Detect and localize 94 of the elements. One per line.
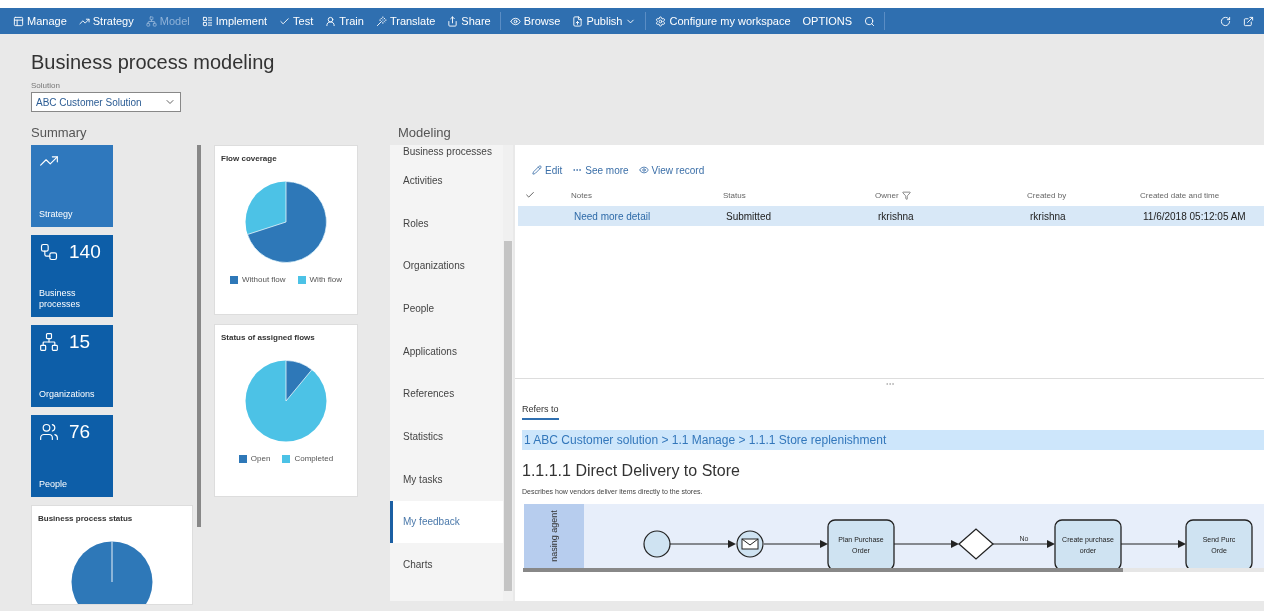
search-icon xyxy=(864,15,876,27)
eye-icon xyxy=(638,165,649,175)
toolbar-button[interactable]: Test xyxy=(273,12,320,30)
nav-item[interactable]: Organizations xyxy=(390,244,503,288)
card-title: Flow coverage xyxy=(221,154,277,163)
column-header[interactable]: Created date and time xyxy=(1140,190,1264,200)
tile-label: Strategy xyxy=(39,209,73,221)
person-icon xyxy=(325,15,337,27)
hierarchy-icon xyxy=(39,332,59,352)
column-header[interactable]: Status xyxy=(723,190,875,200)
check-icon[interactable] xyxy=(525,190,535,200)
tile-count: 76 xyxy=(69,421,91,443)
action-button[interactable]: See more xyxy=(572,164,629,176)
scrollbar[interactable] xyxy=(197,145,201,527)
settings-icon xyxy=(655,15,667,27)
toolbar-button[interactable]: Configure my workspace xyxy=(649,12,797,30)
table-cell-text: Submitted xyxy=(726,210,773,222)
card-title: Status of assigned flows xyxy=(221,333,315,342)
toolbar-button[interactable]: Implement xyxy=(195,12,274,30)
column-header[interactable]: Owner xyxy=(875,190,1027,200)
tile-count: 15 xyxy=(69,331,91,353)
start-event-icon xyxy=(643,530,671,558)
check-icon xyxy=(279,15,291,27)
section-heading: Summary xyxy=(31,125,87,142)
action-button[interactable]: View record xyxy=(638,164,705,176)
column-header[interactable]: Notes xyxy=(571,190,723,200)
summary-tile[interactable]: 76 People xyxy=(31,415,113,497)
tile-label: Business processes xyxy=(39,287,82,311)
column-header[interactable]: Created by xyxy=(1027,190,1140,200)
solution-dropdown[interactable]: ABC Customer Solution xyxy=(31,92,181,112)
tile-label: Organizations xyxy=(39,389,95,401)
nav-item[interactable]: Charts xyxy=(390,543,503,586)
scrollbar[interactable] xyxy=(523,568,1264,572)
people-icon xyxy=(39,422,59,442)
tile-label: People xyxy=(39,479,68,491)
refresh-icon xyxy=(1220,15,1231,27)
section-heading: Modeling xyxy=(398,125,451,142)
summary-tile[interactable]: 140 Business processes xyxy=(31,235,113,317)
nav-item[interactable]: My tasks xyxy=(390,457,503,501)
breadcrumb[interactable]: 1 ABC Customer solution > 1.1 Manage > 1.1.1 Store replenishment xyxy=(522,430,1264,450)
flow-arrow xyxy=(893,540,959,548)
legend-label: Completed xyxy=(294,454,334,463)
tile-count: 140 xyxy=(69,241,101,263)
nav-item[interactable]: My feedback xyxy=(390,500,503,544)
field-label: Solution xyxy=(31,81,60,90)
note-link[interactable]: Need more detail xyxy=(574,210,726,222)
nav-item[interactable]: Activities xyxy=(390,159,503,202)
toolbar-button[interactable]: Manage xyxy=(7,12,73,30)
list-icon xyxy=(201,15,213,27)
toolbar-button[interactable]: Browse xyxy=(503,12,567,30)
scrollbar[interactable] xyxy=(503,145,513,601)
pencil-icon xyxy=(532,165,542,175)
flow-arrow xyxy=(763,540,828,548)
eye-icon xyxy=(509,15,521,27)
nav-item[interactable]: Applications xyxy=(390,329,503,373)
message-event-icon xyxy=(736,530,764,558)
legend-label: Open xyxy=(250,454,271,463)
nav-item[interactable]: Statistics xyxy=(390,415,503,458)
nav-item[interactable]: Roles xyxy=(390,201,503,245)
lane-label: nasing agent xyxy=(549,510,559,562)
table-cell-text: rkrishna xyxy=(878,210,915,222)
toolbar-button[interactable]: OPTIONS xyxy=(796,12,859,30)
hierarchy-icon xyxy=(145,15,157,27)
process-title: 1.1.1.1 Direct Delivery to Store xyxy=(522,462,741,480)
page-title: Business process modeling xyxy=(31,50,276,75)
table-cell-text: rkrishna xyxy=(1030,210,1067,222)
legend-label: Without flow xyxy=(242,275,286,284)
action-button[interactable]: Edit xyxy=(532,164,563,176)
toolbar-button[interactable]: Strategy xyxy=(72,12,140,30)
popout-icon xyxy=(1243,15,1254,27)
gateway-diamond xyxy=(958,528,994,560)
wand-icon xyxy=(375,15,387,27)
legend-label: With flow xyxy=(309,275,342,284)
nav-item[interactable]: Business processes xyxy=(390,145,503,159)
toolbar-button[interactable]: Train xyxy=(319,12,370,30)
tab[interactable]: Refers to xyxy=(522,404,559,420)
summary-tile[interactable]: 15 Organizations xyxy=(31,325,113,407)
workflow-icon xyxy=(39,242,59,262)
document-icon xyxy=(572,15,584,27)
card-title: Business process status xyxy=(38,514,133,523)
flow-arrow xyxy=(1120,540,1186,548)
toolbar-button[interactable]: Share xyxy=(441,12,497,30)
table-cell-text: 11/6/2018 05:12:05 AM xyxy=(1143,210,1247,222)
nav-item[interactable]: References xyxy=(390,372,503,416)
summary-tile[interactable]: Strategy xyxy=(31,145,113,227)
toolbar-button[interactable]: Publish xyxy=(566,12,643,30)
filter-icon xyxy=(901,190,911,200)
flow-arrow xyxy=(669,540,736,548)
share-icon xyxy=(447,15,459,27)
nav-item[interactable]: People xyxy=(390,287,503,330)
flow-arrow xyxy=(992,540,1055,548)
toolbar-button[interactable]: Translate xyxy=(369,12,442,30)
panels-icon xyxy=(13,15,24,27)
grid-row[interactable]: Need more detail Submitted rkrishna rkrishna 11/6/2018 05:12:05 AM xyxy=(518,206,1264,226)
